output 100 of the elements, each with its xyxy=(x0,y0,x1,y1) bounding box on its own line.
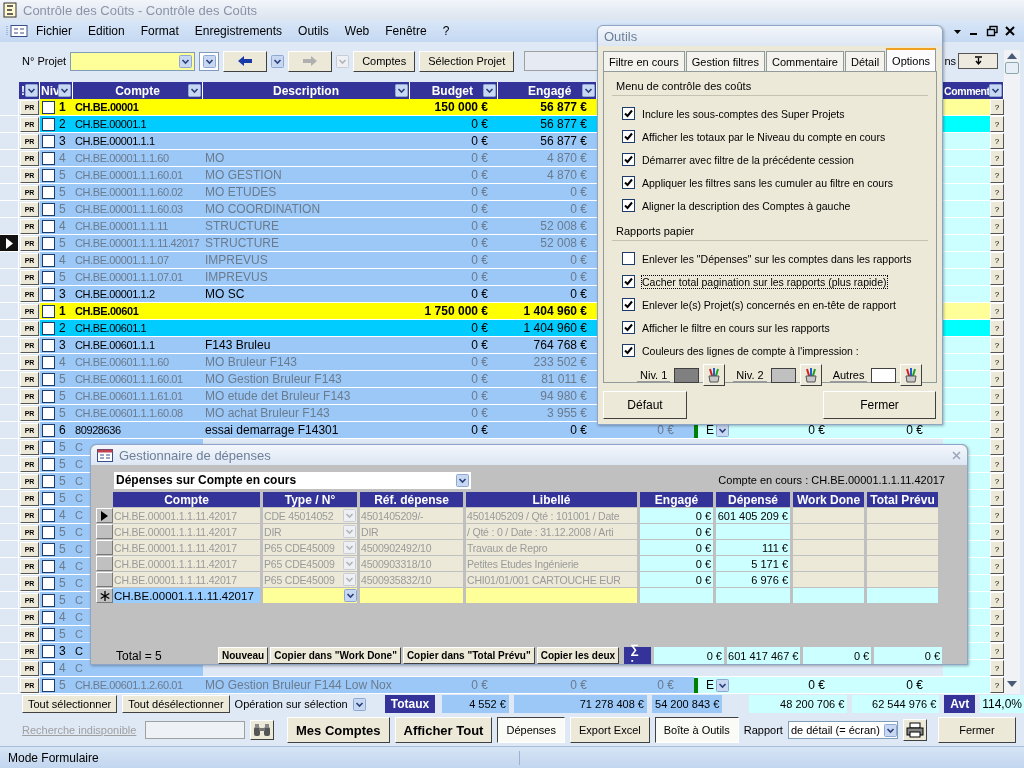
help-button[interactable]: ? xyxy=(990,320,1004,336)
help-button[interactable]: ? xyxy=(990,201,1004,217)
help-button[interactable]: ? xyxy=(990,660,1004,676)
checkbox[interactable] xyxy=(42,525,55,539)
help-button[interactable]: ? xyxy=(990,252,1004,268)
copy-button[interactable]: Copier dans "Work Done" xyxy=(270,647,401,664)
checkbox[interactable] xyxy=(622,107,635,120)
menu-item[interactable]: Enregistrements xyxy=(186,24,291,38)
record-selector[interactable] xyxy=(96,508,113,523)
help-button[interactable]: ? xyxy=(990,541,1004,557)
restore-icon[interactable] xyxy=(986,25,998,37)
dropdown-button[interactable] xyxy=(344,589,357,602)
help-button[interactable]: ? xyxy=(990,558,1004,574)
comment-cell[interactable] xyxy=(943,201,990,218)
close-icon[interactable] xyxy=(1004,25,1016,37)
help-button[interactable]: ? xyxy=(990,371,1004,387)
help-button[interactable]: ? xyxy=(990,626,1004,642)
checkbox[interactable] xyxy=(42,559,55,573)
dropdown-button[interactable] xyxy=(188,84,201,97)
checkbox[interactable] xyxy=(42,542,55,556)
dropdown-button[interactable] xyxy=(716,678,729,692)
checkbox[interactable] xyxy=(42,406,55,420)
help-button[interactable]: ? xyxy=(990,337,1004,353)
toolbar-button[interactable]: Comptes xyxy=(353,50,416,72)
comment-cell[interactable] xyxy=(943,235,990,252)
help-button[interactable]: ? xyxy=(990,99,1004,115)
help-button[interactable]: ? xyxy=(990,507,1004,523)
checkbox[interactable] xyxy=(622,275,635,288)
column-header[interactable]: Engagé xyxy=(640,492,713,507)
comment-cell[interactable] xyxy=(943,133,990,150)
menu-item[interactable]: Outils xyxy=(290,24,337,38)
column-header[interactable]: Niv xyxy=(40,82,73,99)
dropdown-field[interactable] xyxy=(958,53,998,69)
tab[interactable]: Options xyxy=(886,48,937,71)
dropdown-button[interactable] xyxy=(483,84,496,97)
dropdown-button[interactable] xyxy=(989,84,1002,97)
help-button[interactable]: ? xyxy=(990,286,1004,302)
menu-item[interactable]: Edition xyxy=(80,24,133,38)
checkbox[interactable] xyxy=(42,508,55,522)
checkbox[interactable] xyxy=(622,176,635,189)
dropdown-button[interactable] xyxy=(456,473,469,487)
checkbox[interactable] xyxy=(42,610,55,624)
table-cell[interactable] xyxy=(867,588,938,603)
selection-button[interactable]: Tout sélectionner xyxy=(22,695,118,713)
dropdown-button[interactable] xyxy=(395,84,408,97)
table-cell[interactable] xyxy=(640,588,713,603)
help-button[interactable]: ? xyxy=(990,167,1004,183)
help-button[interactable]: ? xyxy=(990,184,1004,200)
column-header[interactable]: Libellé xyxy=(466,492,637,507)
help-button[interactable]: ? xyxy=(990,490,1004,506)
comment-cell[interactable] xyxy=(943,337,990,354)
table-cell[interactable] xyxy=(716,588,790,603)
help-button[interactable]: ? xyxy=(990,643,1004,659)
comment-cell[interactable] xyxy=(943,252,990,269)
checkbox[interactable] xyxy=(42,321,55,335)
comment-cell[interactable] xyxy=(943,320,990,337)
form-button[interactable]: Dépenses xyxy=(497,717,565,743)
column-header[interactable]: ! xyxy=(19,82,40,99)
checkbox[interactable] xyxy=(42,236,55,250)
column-header[interactable]: Description xyxy=(203,82,410,99)
checkbox[interactable] xyxy=(42,372,55,386)
form-button[interactable]: Boîte à Outils xyxy=(654,717,739,743)
form-button[interactable]: Export Excel xyxy=(570,717,650,743)
copy-button[interactable]: Nouveau xyxy=(218,647,269,664)
checkbox[interactable] xyxy=(622,344,635,357)
tab[interactable]: Commentaire xyxy=(765,51,844,71)
comment-cell[interactable] xyxy=(943,388,990,405)
checkbox[interactable] xyxy=(42,474,55,488)
print-button[interactable] xyxy=(902,719,927,741)
scroll-thumb[interactable] xyxy=(1005,62,1019,74)
comment-cell[interactable] xyxy=(943,677,990,694)
copy-button[interactable]: Copier les deux xyxy=(536,647,620,664)
checkbox[interactable] xyxy=(622,153,635,166)
checkbox[interactable] xyxy=(42,576,55,590)
comment-cell[interactable] xyxy=(943,150,990,167)
help-button[interactable]: ? xyxy=(990,524,1004,540)
dropdown-button[interactable] xyxy=(25,84,38,97)
column-header[interactable]: Dépensé xyxy=(716,492,790,507)
menu-item[interactable]: Format xyxy=(132,24,187,38)
checkbox[interactable] xyxy=(42,168,55,182)
down-arrow-icon[interactable] xyxy=(1006,680,1018,688)
toolbar-button[interactable]: Sélection Projet xyxy=(419,50,515,72)
checkbox[interactable] xyxy=(42,644,55,658)
checkbox[interactable] xyxy=(42,151,55,165)
filter-combo[interactable]: Dépenses sur Compte en cours xyxy=(114,471,471,489)
comment-cell[interactable] xyxy=(943,218,990,235)
checkbox[interactable] xyxy=(42,134,55,148)
menu-item[interactable]: ? xyxy=(434,24,458,38)
checkbox[interactable] xyxy=(42,219,55,233)
color-picker-button[interactable] xyxy=(799,364,822,386)
record-selector[interactable] xyxy=(0,235,19,252)
column-header[interactable]: Budget xyxy=(410,82,498,99)
checkbox[interactable] xyxy=(622,199,635,212)
binoculars-button[interactable] xyxy=(250,720,274,740)
form-button[interactable]: Afficher Tout xyxy=(394,717,493,743)
column-header[interactable]: Total Prévu xyxy=(867,492,938,507)
checkbox[interactable] xyxy=(42,389,55,403)
dialog-button[interactable]: Défaut xyxy=(603,391,687,419)
color-picker-button[interactable] xyxy=(900,364,923,386)
comment-cell[interactable] xyxy=(943,99,990,116)
